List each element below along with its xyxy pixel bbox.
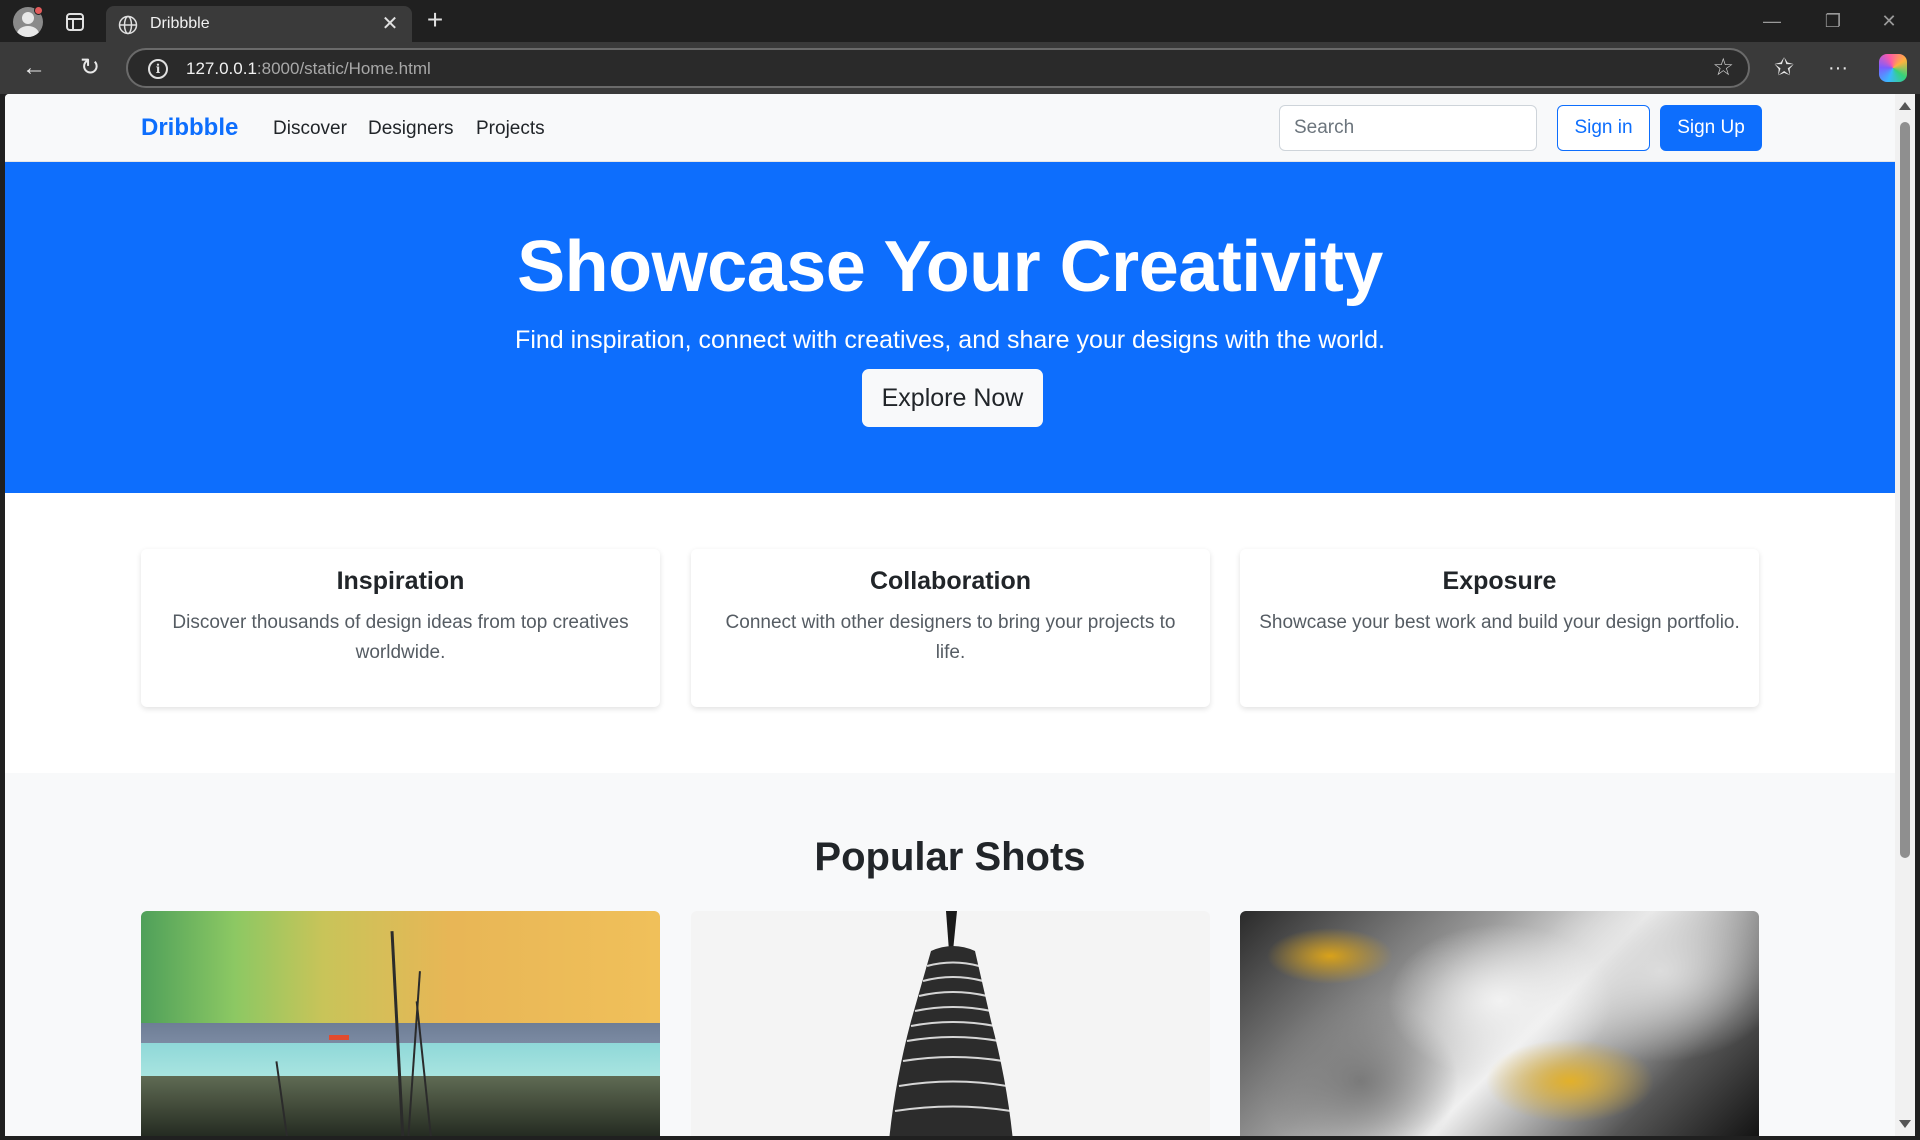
url-text: 127.0.0.1:8000/static/Home.html	[186, 59, 431, 78]
shot-image-abstract-landscape[interactable]	[141, 911, 660, 1136]
shot-image-lightbulb-sketch[interactable]	[691, 911, 1210, 1136]
browser-toolbar: ← ↻ i 127.0.0.1:8000/static/Home.html ☆ …	[0, 42, 1920, 94]
favorites-icon[interactable]: ✩	[1768, 52, 1800, 84]
sign-up-button[interactable]: Sign Up	[1660, 105, 1762, 151]
browser-tab[interactable]: Dribbble ✕	[106, 6, 412, 42]
feature-text: Showcase your best work and build your d…	[1259, 612, 1740, 633]
search-input[interactable]	[1279, 105, 1537, 151]
plus-icon[interactable]: +	[420, 6, 450, 36]
window-close-icon[interactable]: ✕	[1874, 8, 1904, 34]
scroll-down-icon[interactable]	[1899, 1120, 1911, 1128]
hero-section: Showcase Your Creativity Find inspiratio…	[5, 162, 1895, 493]
tabs-icon[interactable]	[66, 13, 84, 31]
feature-card-exposure: Exposure Showcase your best work and bui…	[1240, 549, 1759, 707]
reload-icon[interactable]: ↻	[74, 52, 106, 84]
nav-link-discover[interactable]: Discover	[273, 118, 347, 140]
hero-title: Showcase Your Creativity	[517, 227, 1383, 307]
feature-card-inspiration: Inspiration Discover thousands of design…	[141, 549, 660, 707]
feature-title: Exposure	[1442, 567, 1557, 595]
restore-icon[interactable]: ❐	[1818, 8, 1848, 34]
feature-title: Inspiration	[336, 567, 465, 595]
brand-logo[interactable]: Dribbble	[141, 114, 238, 142]
info-icon[interactable]: i	[148, 59, 168, 79]
feature-text: Connect with other designers to bring yo…	[725, 612, 1176, 663]
nav-link-projects[interactable]: Projects	[476, 118, 545, 140]
popular-shots-section: Popular Shots	[5, 773, 1895, 1136]
scroll-up-icon[interactable]	[1899, 102, 1911, 110]
nav-link-designers[interactable]: Designers	[368, 118, 454, 140]
globe-icon	[118, 15, 138, 35]
copilot-icon[interactable]	[1879, 54, 1907, 82]
more-icon[interactable]: ···	[1822, 52, 1854, 84]
minimize-icon[interactable]: —	[1757, 8, 1787, 34]
shot-image-marble-gold[interactable]	[1240, 911, 1759, 1136]
tab-title: Dribbble	[150, 15, 210, 32]
section-title: Popular Shots	[814, 835, 1086, 879]
feature-card-collaboration: Collaboration Connect with other designe…	[691, 549, 1210, 707]
explore-now-button[interactable]: Explore Now	[862, 369, 1043, 427]
browser-tabstrip: Dribbble ✕ + — ❐ ✕	[0, 0, 1920, 42]
hero-subtitle: Find inspiration, connect with creatives…	[515, 326, 1385, 354]
star-icon[interactable]: ☆	[1712, 55, 1734, 81]
feature-text: Discover thousands of design ideas from …	[172, 612, 629, 663]
sign-in-button[interactable]: Sign in	[1557, 105, 1650, 151]
feature-title: Collaboration	[869, 567, 1032, 595]
site-navbar: Dribbble Discover Designers Projects Sig…	[5, 94, 1895, 162]
scroll-thumb[interactable]	[1900, 122, 1910, 858]
close-icon[interactable]: ✕	[378, 12, 402, 36]
page-scrollbar[interactable]	[1895, 94, 1915, 1136]
features-section: Inspiration Discover thousands of design…	[5, 493, 1895, 773]
page-viewport: Dribbble Discover Designers Projects Sig…	[5, 94, 1895, 1136]
notification-dot	[34, 6, 43, 15]
back-icon[interactable]: ←	[18, 52, 50, 84]
address-bar[interactable]: i 127.0.0.1:8000/static/Home.html ☆	[126, 48, 1750, 88]
